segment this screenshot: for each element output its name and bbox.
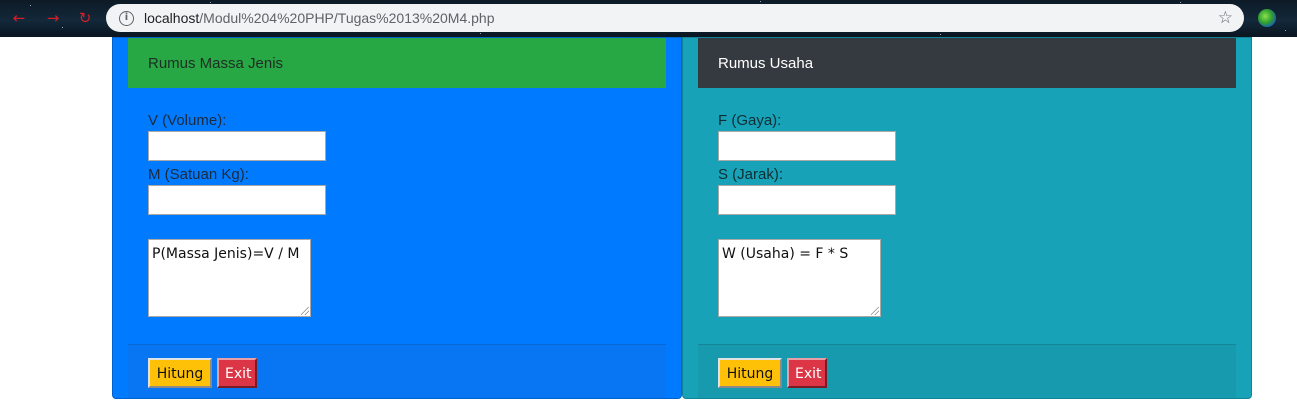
usaha-header: Rumus Usaha: [698, 38, 1236, 88]
reload-icon[interactable]: ↻: [76, 9, 94, 27]
exit-button[interactable]: Exit: [787, 358, 827, 388]
url-text: localhost/Modul%204%20PHP/Tugas%2013%20M…: [144, 10, 495, 26]
exit-button[interactable]: Exit: [217, 358, 257, 388]
massa-jenis-title: Rumus Massa Jenis: [148, 54, 284, 72]
usaha-footer: Hitung Exit: [698, 344, 1236, 398]
mass-label: M (Satuan Kg):: [148, 166, 249, 183]
usaha-card: Rumus Usaha F (Gaya): S (Jarak): W (Usah…: [682, 37, 1252, 399]
address-bar[interactable]: i localhost/Modul%204%20PHP/Tugas%2013%2…: [106, 4, 1244, 32]
massa-jenis-result-text: P(Massa Jenis)=V / M: [152, 246, 300, 262]
info-icon[interactable]: i: [119, 10, 134, 26]
resize-grip-icon[interactable]: [301, 307, 309, 315]
extension-globe-icon[interactable]: [1258, 9, 1276, 27]
massa-jenis-card: Rumus Massa Jenis V (Volume): M (Satuan …: [112, 37, 682, 399]
hitung-button[interactable]: Hitung: [148, 358, 212, 388]
volume-input[interactable]: [148, 131, 326, 161]
usaha-result-textarea[interactable]: W (Usaha) = F * S: [718, 239, 881, 317]
url-path: /Modul%204%20PHP/Tugas%2013%20M4.php: [199, 10, 495, 26]
distance-label: S (Jarak):: [718, 166, 784, 183]
back-icon[interactable]: ←: [10, 9, 28, 27]
force-input[interactable]: [718, 131, 896, 161]
massa-jenis-result-textarea[interactable]: P(Massa Jenis)=V / M: [148, 239, 311, 317]
mass-input[interactable]: [148, 185, 326, 215]
url-host: localhost: [144, 10, 200, 26]
hitung-button[interactable]: Hitung: [718, 358, 782, 388]
star-icon[interactable]: ☆: [1218, 8, 1233, 28]
force-label: F (Gaya):: [718, 112, 782, 129]
usaha-title: Rumus Usaha: [718, 54, 814, 72]
volume-label: V (Volume):: [148, 112, 227, 129]
distance-input[interactable]: [718, 185, 896, 215]
usaha-result-text: W (Usaha) = F * S: [722, 246, 849, 262]
forward-icon[interactable]: →: [44, 9, 62, 27]
resize-grip-icon[interactable]: [871, 307, 879, 315]
massa-jenis-footer: Hitung Exit: [128, 344, 666, 398]
browser-toolbar: ← → ↻ i localhost/Modul%204%20PHP/Tugas%…: [0, 0, 1297, 37]
massa-jenis-header: Rumus Massa Jenis: [128, 38, 666, 88]
